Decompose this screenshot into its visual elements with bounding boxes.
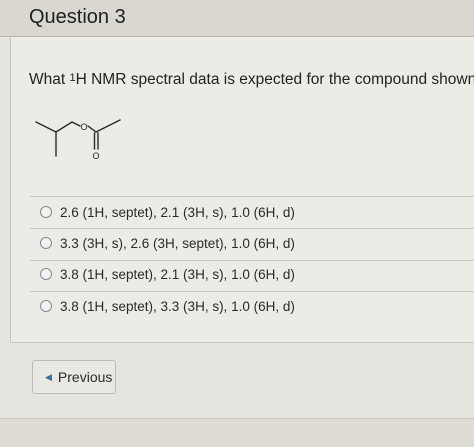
carbonyl-oxygen-label: O [93, 151, 100, 161]
previous-button[interactable]: ◀ Previous [32, 360, 116, 394]
answer-option-label: 3.8 (1H, septet), 2.1 (3H, s), 1.0 (6H, … [60, 266, 295, 282]
question-header: Question 3 [0, 0, 474, 37]
option-divider [30, 291, 474, 292]
answer-option-d[interactable]: 3.8 (1H, septet), 3.3 (3H, s), 1.0 (6H, … [40, 295, 295, 317]
question-prefix: What [29, 71, 70, 88]
previous-button-label: Previous [57, 369, 113, 385]
radio-button-icon[interactable] [40, 300, 52, 312]
ester-oxygen-label: O [81, 122, 88, 132]
question-title: Question 3 [29, 6, 126, 28]
bond-to-oxygen [71, 121, 81, 127]
answer-option-b[interactable]: 3.3 (3H, s), 2.6 (3H, septet), 1.0 (6H, … [40, 232, 295, 254]
bond-from-oxygen [87, 125, 97, 133]
left-arrow-icon: ◀ [45, 371, 52, 382]
answer-option-label: 2.6 (1H, septet), 2.1 (3H, s), 1.0 (6H, … [60, 204, 295, 220]
footer-strip [0, 418, 474, 447]
molecule-structure: O O [35, 119, 121, 161]
option-divider [30, 228, 474, 229]
isotope-superscript: 1 [69, 72, 76, 84]
answer-option-label: 3.8 (1H, septet), 3.3 (3H, s), 1.0 (6H, … [60, 298, 295, 314]
option-divider [30, 196, 474, 197]
radio-button-icon[interactable] [40, 268, 52, 280]
answer-option-label: 3.3 (3H, s), 2.6 (3H, septet), 1.0 (6H, … [60, 235, 295, 251]
quiz-page: Question 3 What 1H NMR spectral data is … [0, 0, 474, 447]
radio-button-icon[interactable] [40, 237, 52, 249]
bond-methyl-right [55, 121, 73, 133]
bond-methyl-left [35, 121, 57, 133]
bond-acetyl-methyl [95, 119, 121, 133]
answer-option-c[interactable]: 3.8 (1H, septet), 2.1 (3H, s), 1.0 (6H, … [40, 263, 295, 285]
question-prompt: What 1H NMR spectral data is expected fo… [29, 71, 474, 89]
question-suffix: H NMR spectral data is expected for the … [75, 71, 474, 88]
option-divider [30, 260, 474, 261]
answer-option-a[interactable]: 2.6 (1H, septet), 2.1 (3H, s), 1.0 (6H, … [40, 201, 295, 223]
radio-button-icon[interactable] [40, 206, 52, 218]
